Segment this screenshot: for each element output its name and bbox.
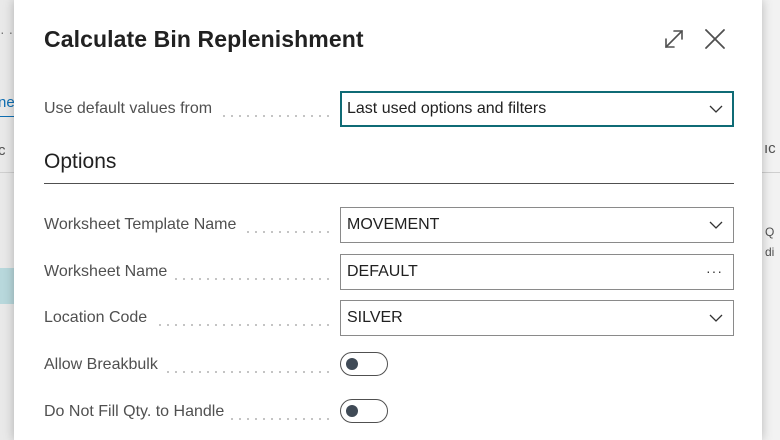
chevron-down-icon xyxy=(709,105,723,113)
toggle-knob xyxy=(346,358,358,370)
default-values-label: Use default values from xyxy=(44,91,219,127)
background-menu-dots: · · xyxy=(0,24,14,40)
calculate-bin-replenishment-dialog: Calculate Bin Replenishment Use default … xyxy=(14,0,762,440)
background-right-cell-line2: di xyxy=(765,245,775,259)
location-code-value: SILVER xyxy=(347,309,403,326)
background-link-underline xyxy=(0,116,14,117)
do-not-fill-qty-label: Do Not Fill Qty. to Handle xyxy=(44,394,231,430)
worksheet-template-name-row: Worksheet Template Name MOVEMENT xyxy=(44,207,734,243)
lookup-ellipsis-icon[interactable]: ··· xyxy=(706,255,723,287)
toggle-knob xyxy=(346,405,358,417)
background-right-cell-line1: Q xyxy=(765,225,775,239)
default-values-value: Last used options and filters xyxy=(347,100,547,117)
background-right-panel xyxy=(762,0,780,440)
worksheet-name-value: DEFAULT xyxy=(347,263,418,280)
background-right-fragment: ıc xyxy=(764,140,776,157)
default-values-select[interactable]: Last used options and filters xyxy=(340,91,734,127)
worksheet-name-input[interactable]: DEFAULT ··· xyxy=(340,254,734,290)
chevron-down-icon xyxy=(709,314,723,322)
options-section-divider xyxy=(44,183,734,184)
location-code-label: Location Code xyxy=(44,300,154,336)
chevron-down-icon xyxy=(709,221,723,229)
background-link-fragment: ne xyxy=(0,94,15,111)
do-not-fill-qty-toggle[interactable] xyxy=(340,399,388,423)
background-divider xyxy=(0,172,14,173)
allow-breakbulk-toggle[interactable] xyxy=(340,352,388,376)
background-right-divider xyxy=(762,172,780,173)
worksheet-template-name-label: Worksheet Template Name xyxy=(44,207,243,243)
do-not-fill-qty-row: Do Not Fill Qty. to Handle xyxy=(44,394,734,430)
background-selected-row xyxy=(0,268,14,304)
dialog-title: Calculate Bin Replenishment xyxy=(44,26,364,52)
background-column-fragment: c xyxy=(0,142,6,159)
options-section-title: Options xyxy=(44,150,117,173)
worksheet-name-row: Worksheet Name DEFAULT ··· xyxy=(44,254,734,290)
location-code-row: Location Code SILVER xyxy=(44,300,734,336)
worksheet-template-name-select[interactable]: MOVEMENT xyxy=(340,207,734,243)
default-values-row: Use default values from Last used option… xyxy=(44,91,734,127)
expand-icon[interactable] xyxy=(662,27,686,51)
allow-breakbulk-label: Allow Breakbulk xyxy=(44,347,164,383)
background-right-cell: Q di xyxy=(765,222,774,262)
allow-breakbulk-row: Allow Breakbulk xyxy=(44,347,734,383)
worksheet-name-label: Worksheet Name xyxy=(44,254,174,290)
location-code-select[interactable]: SILVER xyxy=(340,300,734,336)
close-icon[interactable] xyxy=(703,27,727,51)
worksheet-template-name-value: MOVEMENT xyxy=(347,216,440,233)
